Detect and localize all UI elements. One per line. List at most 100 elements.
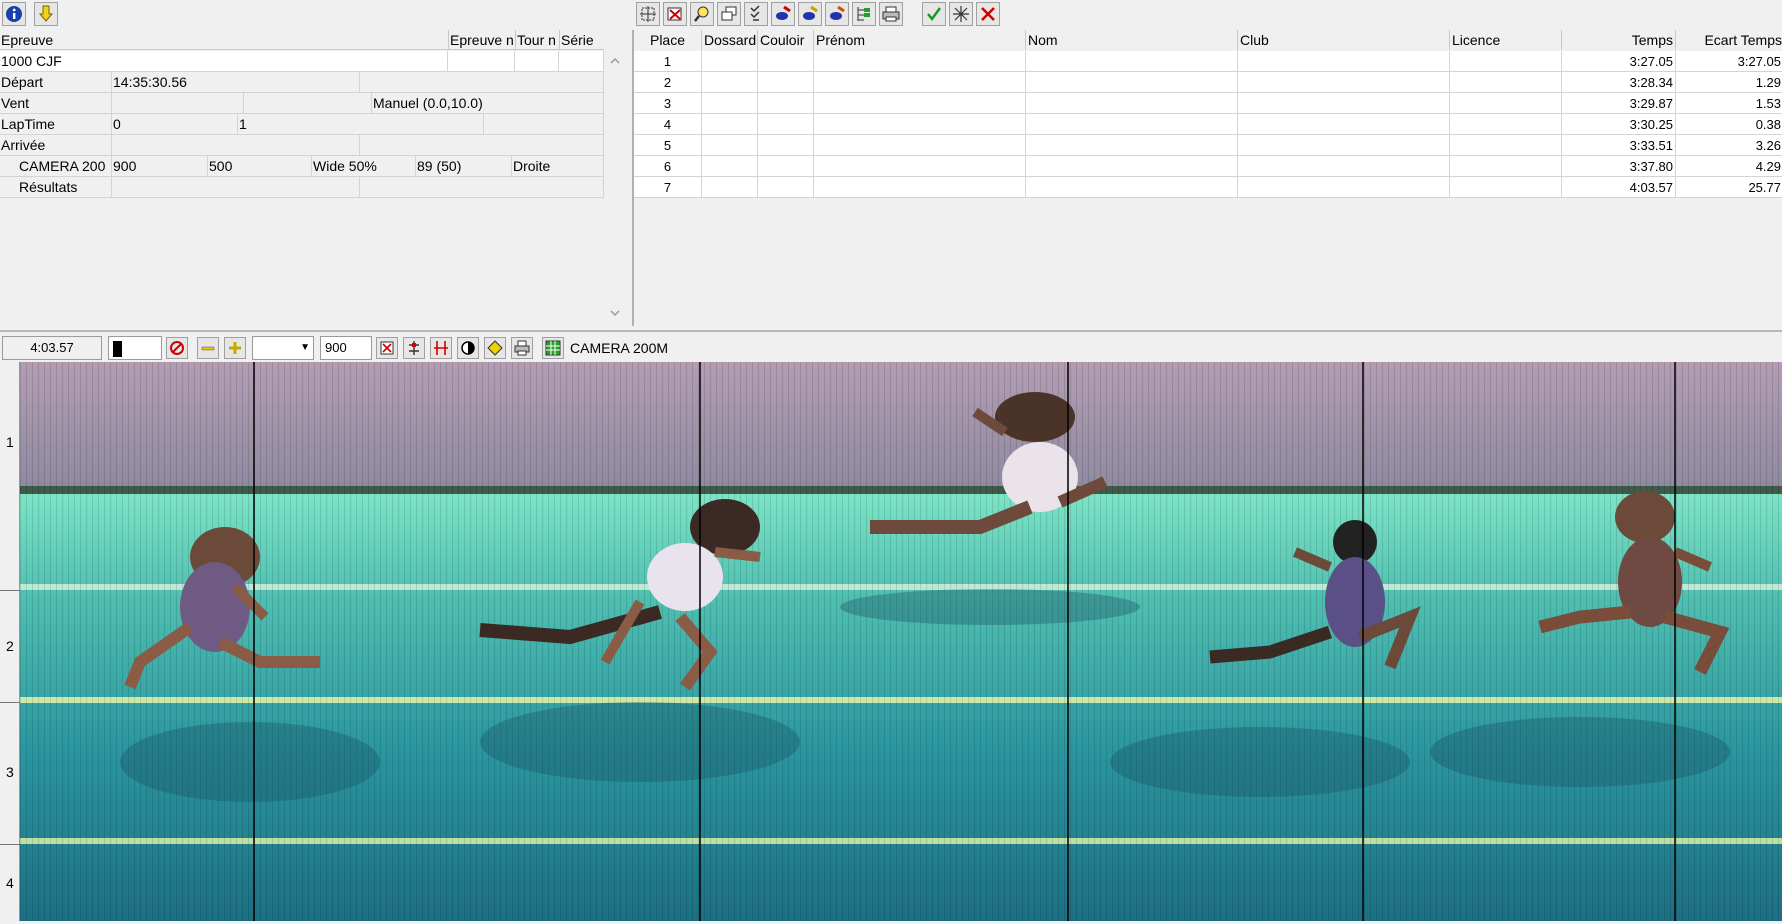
cell-nom[interactable] <box>1026 135 1238 156</box>
cell-licence[interactable] <box>1450 156 1562 177</box>
col-ecart[interactable]: Ecart Temps <box>1676 30 1782 50</box>
cell-temps[interactable]: 3:30.25 <box>1562 114 1676 135</box>
left-vertical-scrollbar[interactable] <box>608 52 622 322</box>
cell-licence[interactable] <box>1450 51 1562 72</box>
serie-cell[interactable] <box>559 51 604 72</box>
cell-dossard[interactable] <box>702 51 758 72</box>
cell-ecart[interactable]: 3.26 <box>1676 135 1782 156</box>
split-button[interactable] <box>430 337 452 359</box>
cell-prenom[interactable] <box>814 51 1026 72</box>
no-entry-button[interactable] <box>166 337 188 359</box>
row-camera[interactable]: CAMERA 200 900 500 Wide 50% 89 (50) Droi… <box>0 156 604 177</box>
cell-place[interactable]: 3 <box>634 93 702 114</box>
row-arrivee[interactable]: Arrivée <box>0 135 604 156</box>
cell-temps[interactable]: 3:27.05 <box>1562 51 1676 72</box>
arrivee-value[interactable] <box>112 135 360 156</box>
table-row[interactable]: 6 3:37.80 4.29 <box>634 156 1782 177</box>
cell-club[interactable] <box>1238 72 1450 93</box>
cell-couloir[interactable] <box>758 177 814 198</box>
row-event[interactable]: 1000 CJF <box>0 51 604 72</box>
cell-licence[interactable] <box>1450 72 1562 93</box>
camera-fps[interactable]: 89 (50) <box>416 156 512 177</box>
align-button[interactable] <box>403 337 425 359</box>
accept-button[interactable] <box>922 2 946 26</box>
vent-mode[interactable]: Manuel (0.0,10.0) <box>372 93 604 114</box>
zoom-input[interactable]: 900 <box>320 336 372 360</box>
cell-licence[interactable] <box>1450 177 1562 198</box>
vent-value[interactable] <box>112 93 244 114</box>
info-button[interactable] <box>2 2 26 26</box>
grid-select-button[interactable] <box>636 2 660 26</box>
delete-button[interactable] <box>663 2 687 26</box>
cell-prenom[interactable] <box>814 135 1026 156</box>
col-place[interactable]: Place <box>634 30 702 50</box>
row-resultats[interactable]: Résultats <box>0 177 604 198</box>
edit-blue-button[interactable] <box>798 2 822 26</box>
cell-nom[interactable] <box>1026 51 1238 72</box>
print-button[interactable] <box>879 2 903 26</box>
table-row[interactable]: 2 3:28.34 1.29 <box>634 72 1782 93</box>
cell-nom[interactable] <box>1026 93 1238 114</box>
diamond-button[interactable] <box>484 337 506 359</box>
table-row[interactable]: 4 3:30.25 0.38 <box>634 114 1782 135</box>
cell-licence[interactable] <box>1450 114 1562 135</box>
cell-dossard[interactable] <box>702 177 758 198</box>
cell-couloir[interactable] <box>758 135 814 156</box>
cell-ecart[interactable]: 4.29 <box>1676 156 1782 177</box>
event-name[interactable]: 1000 CJF <box>0 51 448 72</box>
cell-dossard[interactable] <box>702 93 758 114</box>
cell-couloir[interactable] <box>758 114 814 135</box>
cell-ecart[interactable]: 25.77 <box>1676 177 1782 198</box>
cell-dossard[interactable] <box>702 114 758 135</box>
col-nom[interactable]: Nom <box>1026 30 1238 50</box>
table-row[interactable]: 1 3:27.05 3:27.05 <box>634 51 1782 72</box>
cell-couloir[interactable] <box>758 93 814 114</box>
cell-place[interactable]: 1 <box>634 51 702 72</box>
camera-zoom[interactable]: 900 <box>112 156 208 177</box>
clear-button[interactable] <box>376 337 398 359</box>
color-swatch[interactable] <box>108 336 162 360</box>
cell-club[interactable] <box>1238 93 1450 114</box>
cell-nom[interactable] <box>1026 114 1238 135</box>
cell-place[interactable]: 6 <box>634 156 702 177</box>
vent-value-2[interactable] <box>244 93 372 114</box>
cell-ecart[interactable]: 0.38 <box>1676 114 1782 135</box>
cell-ecart[interactable]: 1.53 <box>1676 93 1782 114</box>
sparkle-button[interactable] <box>949 2 973 26</box>
cell-couloir[interactable] <box>758 72 814 93</box>
cell-prenom[interactable] <box>814 72 1026 93</box>
zoom-in-button[interactable] <box>224 337 246 359</box>
finish-photo-canvas[interactable] <box>20 362 1782 921</box>
cell-place[interactable]: 4 <box>634 114 702 135</box>
cell-dossard[interactable] <box>702 135 758 156</box>
col-temps[interactable]: Temps <box>1562 30 1676 50</box>
col-club[interactable]: Club <box>1238 30 1450 50</box>
cell-couloir[interactable] <box>758 51 814 72</box>
cell-club[interactable] <box>1238 51 1450 72</box>
windows-button[interactable] <box>717 2 741 26</box>
depart-time[interactable]: 14:35:30.56 <box>112 72 360 93</box>
row-depart[interactable]: Départ 14:35:30.56 <box>0 72 604 93</box>
check-list-button[interactable] <box>744 2 768 26</box>
cell-ecart[interactable]: 3:27.05 <box>1676 51 1782 72</box>
resultats-value[interactable] <box>112 177 360 198</box>
contrast-button[interactable] <box>457 337 479 359</box>
cell-club[interactable] <box>1238 156 1450 177</box>
edit-green-button[interactable] <box>825 2 849 26</box>
mode-select[interactable]: ▼ <box>252 336 314 360</box>
cell-place[interactable]: 5 <box>634 135 702 156</box>
header-tour-n[interactable]: Tour n <box>515 30 559 50</box>
resultats-label[interactable]: Résultats <box>18 177 112 198</box>
cell-nom[interactable] <box>1026 72 1238 93</box>
chevron-down-icon[interactable]: ▼ <box>300 337 310 359</box>
col-prenom[interactable]: Prénom <box>814 30 1026 50</box>
cell-temps[interactable]: 3:37.80 <box>1562 156 1676 177</box>
photo-finish-image[interactable] <box>20 362 1782 921</box>
col-dossard[interactable]: Dossard <box>702 30 758 50</box>
cell-temps[interactable]: 4:03.57 <box>1562 177 1676 198</box>
header-epreuve[interactable]: Epreuve <box>0 30 448 50</box>
zoom-out-button[interactable] <box>197 337 219 359</box>
table-button[interactable] <box>542 337 564 359</box>
cell-prenom[interactable] <box>814 114 1026 135</box>
down-arrow-button[interactable] <box>34 2 58 26</box>
